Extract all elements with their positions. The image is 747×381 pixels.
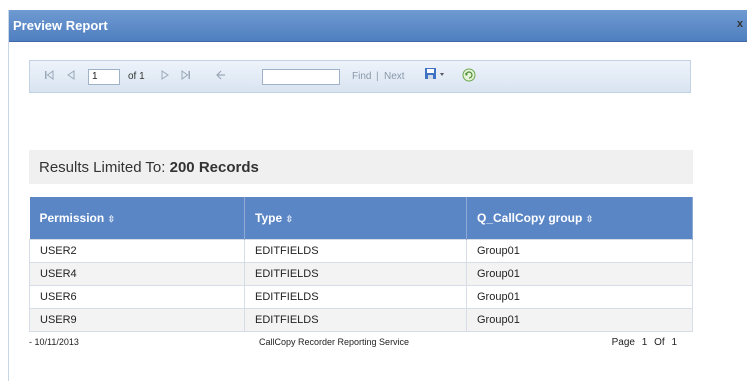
- cell-group: Group01: [466, 261, 693, 286]
- table-row: USER4 EDITFIELDS Group01: [29, 261, 693, 286]
- title-bar[interactable]: Preview Report: [9, 10, 747, 42]
- report-service-name: CallCopy Recorder Reporting Service: [259, 337, 410, 347]
- cell-permission: USER4: [29, 261, 245, 286]
- results-limit-bar: Results Limited To: 200 Records: [29, 150, 693, 184]
- toolbar-separator: |: [376, 71, 379, 82]
- next-page-icon[interactable]: [160, 70, 170, 83]
- column-header-group[interactable]: Q_CallCopy group ⇳: [466, 197, 693, 239]
- report-date: - 10/11/2013: [29, 337, 79, 347]
- page-of-label: of 1: [128, 71, 145, 82]
- results-limit-label: Results Limited To: 200 Records: [39, 159, 259, 176]
- find-link[interactable]: Find: [352, 71, 371, 82]
- cell-group: Group01: [466, 307, 693, 332]
- report-table: Permission ⇳ Type ⇳ Q_CallCopy group ⇳ U…: [29, 197, 693, 332]
- cell-permission: USER2: [29, 238, 245, 263]
- preview-report-dialog: Preview Report 1 of 1 Find | Next Result…: [8, 10, 747, 381]
- page-number: 1: [641, 337, 648, 348]
- cell-type: EDITFIELDS: [244, 284, 467, 309]
- sort-icon[interactable]: ⇳: [108, 214, 116, 224]
- cell-type: EDITFIELDS: [244, 238, 467, 263]
- report-footer: - 10/11/2013 CallCopy Recorder Reporting…: [29, 335, 693, 351]
- table-header-row: Permission ⇳ Type ⇳ Q_CallCopy group ⇳: [29, 197, 693, 239]
- cell-group: Group01: [466, 284, 693, 309]
- column-label: Permission: [39, 210, 105, 225]
- report-toolbar: 1 of 1 Find | Next: [29, 60, 691, 93]
- column-header-permission[interactable]: Permission ⇳: [29, 197, 245, 239]
- refresh-icon[interactable]: [462, 68, 476, 85]
- last-page-icon[interactable]: [181, 70, 191, 83]
- cell-permission: USER9: [29, 307, 245, 332]
- page-total: 1: [671, 337, 677, 348]
- table-row: USER6 EDITFIELDS Group01: [29, 284, 693, 309]
- page-number-input[interactable]: 1: [88, 69, 120, 85]
- page-of: Of: [654, 337, 665, 348]
- close-icon[interactable]: x: [737, 18, 743, 30]
- table-row: USER9 EDITFIELDS Group01: [29, 307, 693, 332]
- column-label: Type: [255, 210, 283, 225]
- save-export-icon[interactable]: [424, 67, 446, 84]
- find-text-input[interactable]: [262, 69, 340, 85]
- previous-page-icon[interactable]: [66, 70, 76, 83]
- cell-type: EDITFIELDS: [244, 261, 467, 286]
- find-next-link[interactable]: Next: [384, 71, 405, 82]
- back-icon[interactable]: [216, 70, 226, 83]
- page-indicator: Page 1 Of 1: [612, 337, 677, 348]
- first-page-icon[interactable]: [44, 70, 54, 83]
- cell-permission: USER6: [29, 284, 245, 309]
- results-prefix: Results Limited To:: [39, 159, 166, 176]
- sort-icon[interactable]: ⇳: [285, 214, 293, 224]
- page-label: Page: [611, 337, 635, 348]
- results-count: 200 Records: [169, 159, 259, 176]
- cell-type: EDITFIELDS: [244, 307, 467, 332]
- cell-group: Group01: [466, 238, 693, 263]
- table-row: USER2 EDITFIELDS Group01: [29, 238, 693, 263]
- column-header-type[interactable]: Type ⇳: [244, 197, 467, 239]
- sort-icon[interactable]: ⇳: [586, 214, 594, 224]
- dialog-title: Preview Report: [13, 18, 108, 33]
- column-label: Q_CallCopy group: [477, 210, 583, 225]
